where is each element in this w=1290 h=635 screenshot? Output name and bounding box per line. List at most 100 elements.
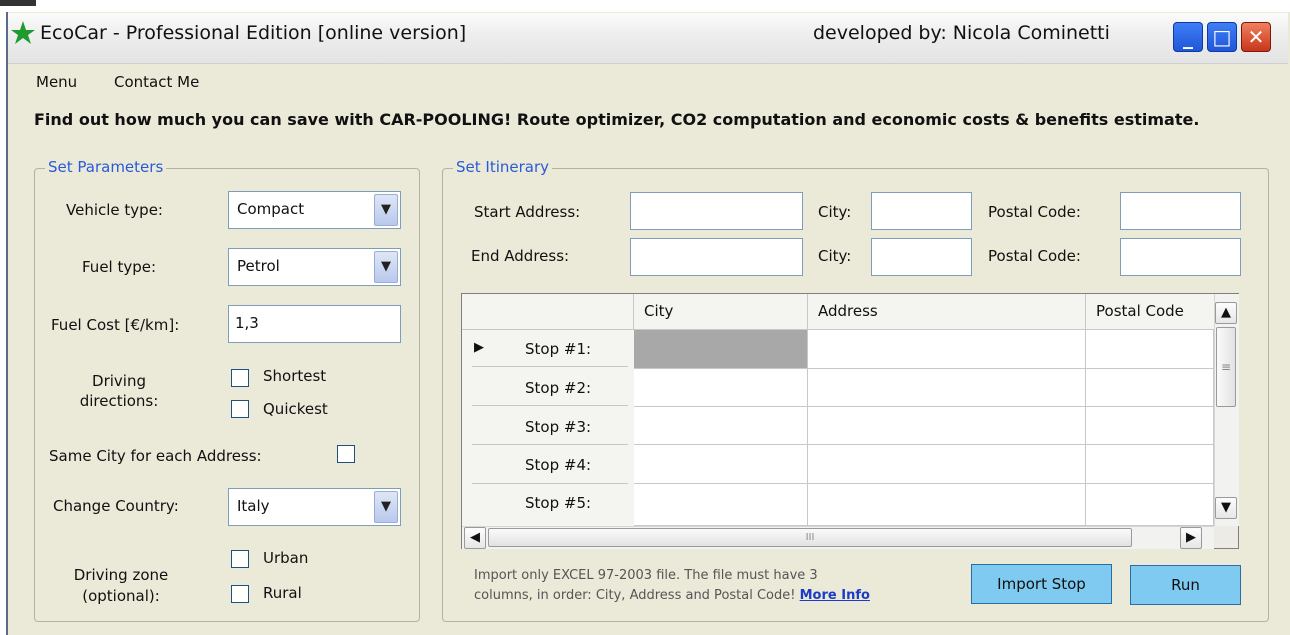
- row-header-stop-4[interactable]: Stop #4:: [525, 456, 591, 474]
- fuel-type-value: Petrol: [237, 257, 280, 275]
- chevron-down-icon[interactable]: ▼: [374, 491, 398, 523]
- driving-zone-label-1: Driving zone: [73, 566, 169, 584]
- fuel-cost-value: 1,3: [235, 314, 259, 332]
- row-header-stop-3[interactable]: Stop #3:: [525, 418, 591, 436]
- green-star-icon: [11, 21, 35, 44]
- grid-cell[interactable]: [634, 369, 808, 407]
- run-button[interactable]: Run: [1130, 565, 1241, 605]
- scroll-left-button[interactable]: ◀: [464, 527, 486, 549]
- shortest-label: Shortest: [263, 367, 327, 385]
- close-button[interactable]: ✕: [1241, 22, 1271, 52]
- developer-credit: developed by: Nicola Cominetti: [813, 22, 1110, 44]
- menu-item-contact-me[interactable]: Contact Me: [114, 73, 199, 91]
- grid-cell[interactable]: [808, 445, 1086, 484]
- fuel-type-select[interactable]: Petrol ▼: [228, 248, 401, 286]
- menu-bar: [8, 64, 1288, 96]
- start-city-input[interactable]: [871, 192, 972, 230]
- grid-corner-header: [462, 294, 634, 330]
- same-city-checkbox[interactable]: [337, 445, 355, 463]
- chevron-left-icon: ◀: [470, 530, 480, 545]
- current-row-arrow-icon: ▶: [474, 340, 484, 355]
- stops-grid[interactable]: City Address Postal Code ▶ Stop #1: Stop…: [461, 293, 1239, 549]
- group-title-itinerary: Set Itinerary: [453, 158, 553, 176]
- start-postal-input[interactable]: [1120, 192, 1241, 230]
- vehicle-type-select[interactable]: Compact ▼: [228, 191, 401, 229]
- grid-cell[interactable]: [634, 445, 808, 484]
- end-postal-input[interactable]: [1120, 238, 1241, 276]
- chevron-down-icon[interactable]: ▼: [374, 251, 398, 283]
- grid-cell[interactable]: [1086, 445, 1214, 484]
- maximize-button[interactable]: □: [1207, 22, 1237, 52]
- quickest-label: Quickest: [263, 400, 328, 418]
- minimize-button[interactable]: _: [1173, 22, 1203, 52]
- minimize-icon: _: [1183, 25, 1193, 49]
- driving-zone-label-2: (optional):: [82, 587, 160, 605]
- row-header-stop-5[interactable]: Stop #5:: [525, 494, 591, 512]
- row-header-stop-1[interactable]: Stop #1:: [525, 340, 591, 358]
- country-value: Italy: [237, 497, 270, 515]
- end-address-label: End Address:: [471, 247, 570, 265]
- chevron-right-icon: ▶: [1186, 530, 1196, 545]
- country-select[interactable]: Italy ▼: [228, 488, 401, 526]
- rural-label: Rural: [263, 584, 302, 602]
- fuel-cost-input[interactable]: 1,3: [228, 305, 401, 343]
- end-city-input[interactable]: [871, 238, 972, 276]
- same-city-label: Same City for each Address:: [49, 447, 262, 465]
- start-postal-label: Postal Code:: [988, 203, 1081, 221]
- import-note: Import only EXCEL 97-2003 file. The file…: [474, 566, 870, 606]
- grid-cell[interactable]: [634, 484, 808, 526]
- row-header-stop-2[interactable]: Stop #2:: [525, 379, 591, 397]
- import-note-line-2: columns, in order: City, Address and Pos…: [474, 588, 796, 603]
- fuel-cost-label: Fuel Cost [€/km]:: [51, 316, 180, 334]
- vehicle-type-value: Compact: [237, 200, 305, 218]
- end-postal-label: Postal Code:: [988, 247, 1081, 265]
- maximize-icon: □: [1212, 25, 1232, 49]
- driving-directions-label-1: Driving: [92, 372, 146, 390]
- end-address-input[interactable]: [630, 238, 803, 276]
- grid-cell[interactable]: [1086, 330, 1214, 369]
- urban-checkbox[interactable]: [231, 550, 249, 568]
- scroll-down-button[interactable]: ▼: [1215, 497, 1237, 519]
- tagline: Find out how much you can save with CAR-…: [34, 110, 1200, 129]
- grid-cell[interactable]: [808, 330, 1086, 369]
- start-address-label: Start Address:: [474, 203, 581, 221]
- desktop-top-strip: [0, 0, 1290, 12]
- chevron-up-icon: ▲: [1221, 305, 1231, 320]
- chevron-down-icon: ▼: [1221, 500, 1231, 515]
- horizontal-scroll-thumb[interactable]: III: [488, 528, 1132, 547]
- close-icon: ✕: [1247, 25, 1265, 49]
- end-city-label: City:: [818, 247, 852, 265]
- scroll-right-button[interactable]: ▶: [1180, 527, 1202, 549]
- quickest-checkbox[interactable]: [231, 400, 249, 418]
- rural-checkbox[interactable]: [231, 585, 249, 603]
- fuel-type-label: Fuel type:: [82, 258, 157, 276]
- shortest-checkbox[interactable]: [231, 369, 249, 387]
- grid-cell[interactable]: [808, 484, 1086, 526]
- menu-item-menu[interactable]: Menu: [36, 73, 77, 91]
- grid-cell[interactable]: [1086, 484, 1214, 526]
- grid-cell[interactable]: [808, 407, 1086, 445]
- window-title: EcoCar - Professional Edition [online ve…: [40, 22, 467, 44]
- grid-cell[interactable]: [808, 369, 1086, 407]
- more-info-link[interactable]: More Info: [800, 588, 870, 603]
- column-header-city[interactable]: City: [634, 294, 808, 330]
- scroll-up-button[interactable]: ▲: [1215, 302, 1237, 324]
- group-title-parameters: Set Parameters: [45, 158, 167, 176]
- import-stop-button[interactable]: Import Stop: [971, 564, 1112, 604]
- import-note-line-1: Import only EXCEL 97-2003 file. The file…: [474, 568, 818, 583]
- start-address-input[interactable]: [630, 192, 803, 230]
- change-country-label: Change Country:: [53, 497, 179, 515]
- column-header-address[interactable]: Address: [808, 294, 1086, 330]
- vertical-scroll-thumb[interactable]: ≡: [1216, 327, 1236, 407]
- driving-directions-label-2: directions:: [79, 392, 159, 410]
- grid-cell[interactable]: [1086, 407, 1214, 445]
- grid-cell[interactable]: [1086, 369, 1214, 407]
- column-header-postal-code[interactable]: Postal Code: [1086, 294, 1214, 330]
- chevron-down-icon[interactable]: ▼: [374, 194, 398, 226]
- urban-label: Urban: [263, 549, 309, 567]
- grid-cell-selected[interactable]: [634, 330, 808, 369]
- grid-cell[interactable]: [634, 407, 808, 445]
- vehicle-type-label: Vehicle type:: [66, 201, 163, 219]
- scrollbar-corner: [1214, 526, 1238, 548]
- start-city-label: City:: [818, 203, 852, 221]
